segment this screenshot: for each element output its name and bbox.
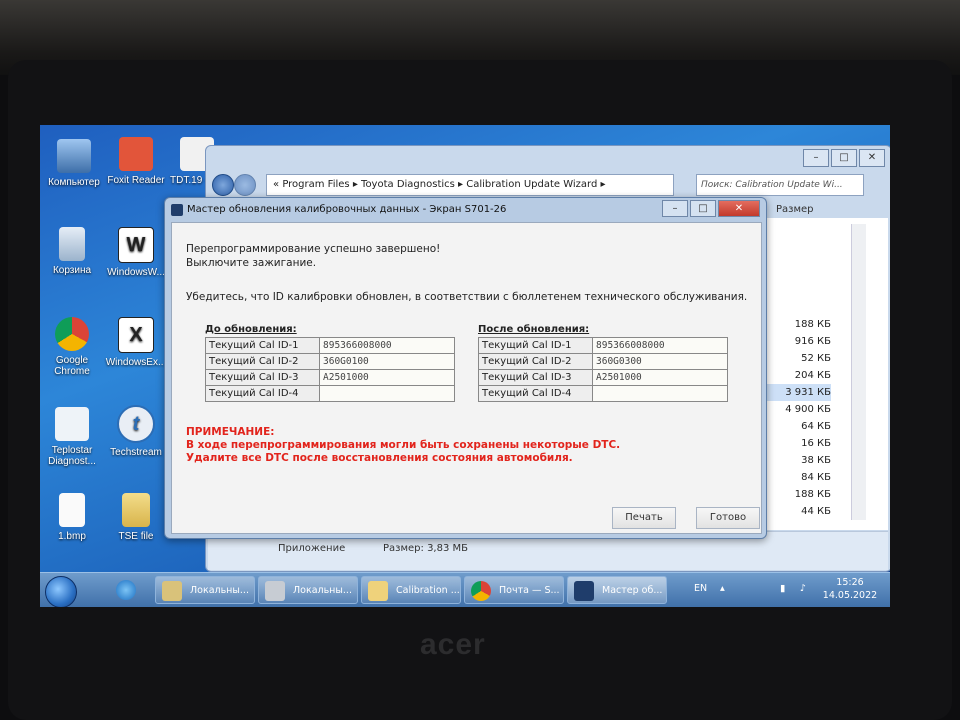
pdf-icon <box>119 137 153 171</box>
close-button[interactable]: ✕ <box>859 149 885 167</box>
explorer-window-controls: – □ ✕ <box>803 149 885 167</box>
maximize-button[interactable]: □ <box>831 149 857 167</box>
after-table: Текущий Cal ID-1 895366008000 Текущий Cal… <box>478 337 728 402</box>
cuw-icon <box>171 204 183 216</box>
maximize-button[interactable]: □ <box>690 200 716 217</box>
after-title: После обновления: <box>478 324 590 335</box>
folder-icon <box>122 493 150 527</box>
dialog-window-controls: – □ ✕ <box>662 200 760 217</box>
clock-date: 14.05.2022 <box>822 590 878 601</box>
screen: Компьютер Foxit Reader TDT.19 - Яр Корзи… <box>40 125 890 607</box>
success-message: Перепрограммирование успешно завершено! <box>186 243 441 255</box>
teplostar-icon <box>55 407 89 441</box>
computer-icon <box>57 139 91 173</box>
taskbar-item-explorer-1[interactable]: Локальны... <box>155 576 255 604</box>
minimize-button[interactable]: – <box>803 149 829 167</box>
explorer-titlebar[interactable] <box>206 146 890 172</box>
forward-button[interactable] <box>234 174 256 196</box>
scrollbar[interactable] <box>851 224 866 520</box>
status-size: Размер: 3,83 МБ <box>383 543 468 554</box>
desktop-icon-word[interactable]: W WindowsW... <box>104 227 168 278</box>
table-row: Текущий Cal ID-2 360G0100 <box>205 353 455 370</box>
verify-message: Убедитесь, что ID калибровки обновлен, в… <box>186 291 748 303</box>
table-row: Текущий Cal ID-4 <box>205 385 455 402</box>
cuw-icon <box>574 581 594 601</box>
desktop-icon-teplostar[interactable]: Teplostar Diagnost... <box>40 407 104 467</box>
taskbar-item-calibration[interactable]: Calibration ... <box>361 576 461 604</box>
status-type: Приложение <box>278 543 346 554</box>
before-table: Текущий Cal ID-1 895366008000 Текущий Cal… <box>205 337 455 402</box>
clock-time: 15:26 <box>836 577 864 588</box>
excel-icon: X <box>118 317 154 353</box>
print-button[interactable]: Печать <box>612 507 676 529</box>
taskbar-item-wizard[interactable]: Мастер об... <box>567 576 667 604</box>
tray-expand-icon[interactable]: ▴ <box>720 583 725 594</box>
folder-icon <box>368 581 388 601</box>
dialog-title: Мастер обновления калибровочных данных -… <box>187 204 507 215</box>
note-line-1: В ходе перепрограммирования могли быть с… <box>186 439 621 451</box>
table-row: Текущий Cal ID-1 895366008000 <box>205 337 455 354</box>
chrome-icon <box>471 581 491 601</box>
close-button[interactable]: ✕ <box>718 200 760 217</box>
table-row: Текущий Cal ID-2 360G0300 <box>478 353 728 370</box>
start-button[interactable] <box>45 576 77 607</box>
search-input[interactable]: Поиск: Calibration Update Wi... <box>696 174 864 196</box>
desktop-icon-tse-file[interactable]: TSE file <box>104 493 168 542</box>
language-indicator[interactable]: EN <box>694 583 707 594</box>
address-bar[interactable]: « Program Files ▸ Toyota Diagnostics ▸ C… <box>266 174 674 196</box>
desktop-icon-recycle-bin[interactable]: Корзина <box>40 227 104 276</box>
taskbar-item-explorer-2[interactable]: Локальны... <box>258 576 358 604</box>
brand-logo: acer <box>420 628 486 661</box>
desktop-icon-techstream[interactable]: t Techstream <box>104 405 168 458</box>
desktop-icon-chrome[interactable]: Google Chrome <box>40 317 104 377</box>
note-title: ПРИМЕЧАНИЕ: <box>186 426 275 438</box>
dialog-content: Перепрограммирование успешно завершено! … <box>171 222 762 534</box>
taskbar: Локальны... Локальны... Calibration ... … <box>40 572 890 607</box>
clock[interactable]: 15:26 14.05.2022 <box>822 576 878 602</box>
taskbar-item-chrome[interactable]: Почта — S... <box>464 576 564 604</box>
drive-icon <box>265 581 285 601</box>
ignition-message: Выключите зажигание. <box>186 257 317 269</box>
breadcrumb-program-files[interactable]: Program Files <box>282 179 349 190</box>
minimize-button[interactable]: – <box>662 200 688 217</box>
volume-icon[interactable]: ♪ <box>800 583 806 594</box>
explorer-icon <box>162 581 182 601</box>
desktop-icon-foxit[interactable]: Foxit Reader <box>104 137 168 186</box>
recycle-bin-icon <box>59 227 85 261</box>
bitmap-file-icon <box>59 493 85 527</box>
desktop-icon-computer[interactable]: Компьютер <box>42 139 106 188</box>
back-button[interactable] <box>212 174 234 196</box>
done-button[interactable]: Готово <box>696 507 760 529</box>
ie-icon <box>116 580 136 600</box>
calibration-wizard-dialog[interactable]: Мастер обновления калибровочных данных -… <box>164 197 767 539</box>
column-header-size[interactable]: Размер <box>776 204 814 215</box>
ie-taskbar-button[interactable] <box>110 576 150 604</box>
table-row: Текущий Cal ID-4 <box>478 385 728 402</box>
network-icon[interactable]: ▮ <box>780 583 785 594</box>
note-line-2: Удалите все DTC после восстановления сос… <box>186 452 573 464</box>
table-row: Текущий Cal ID-3 A2501000 <box>478 369 728 386</box>
chrome-icon <box>55 317 89 351</box>
table-row: Текущий Cal ID-1 895366008000 <box>478 337 728 354</box>
table-row: Текущий Cal ID-3 A2501000 <box>205 369 455 386</box>
breadcrumb-calibration-update-wizard[interactable]: Calibration Update Wizard <box>466 179 597 190</box>
before-title: До обновления: <box>205 324 297 335</box>
desktop-icon-excel[interactable]: X WindowsEx... <box>104 317 168 368</box>
desktop-icon-bitmap[interactable]: 1.bmp <box>40 493 104 542</box>
word-icon: W <box>118 227 154 263</box>
techstream-icon: t <box>117 405 155 443</box>
breadcrumb-toyota-diagnostics[interactable]: Toyota Diagnostics <box>361 179 455 190</box>
